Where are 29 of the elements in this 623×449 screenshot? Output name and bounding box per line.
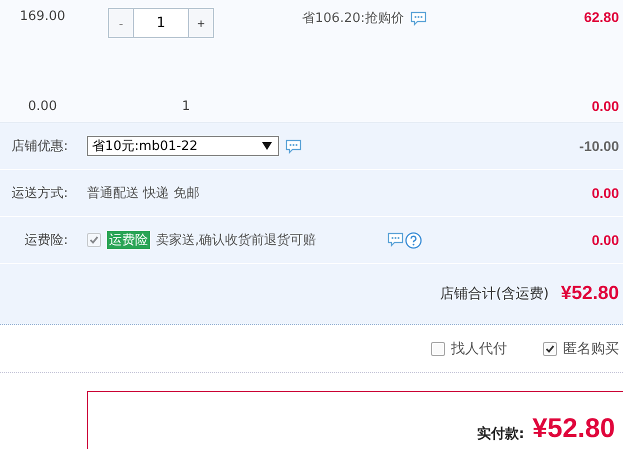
help-icon[interactable] bbox=[404, 232, 422, 248]
insurance-note: 卖家送,确认收货前退货可赔 bbox=[156, 232, 316, 249]
chat-icon[interactable] bbox=[285, 138, 302, 154]
option-label: 运费险: bbox=[24, 232, 68, 249]
discount-note: 省106.20:抢购价 bbox=[302, 10, 404, 27]
option-amount: -10.00 bbox=[579, 138, 620, 154]
quantity: 1 bbox=[180, 98, 192, 114]
unit-price: 0.00 bbox=[27, 98, 58, 114]
payment-amount: ¥52.80 bbox=[532, 413, 615, 443]
checkbox-label: 找人代付 bbox=[451, 340, 507, 358]
option-label: 店铺优惠: bbox=[10, 138, 68, 155]
option-label: 运送方式: bbox=[10, 185, 68, 202]
shipping-method: 普通配送 快递 免邮 bbox=[87, 184, 200, 202]
checkbox[interactable] bbox=[543, 342, 557, 356]
checkbox-label: 匿名购买 bbox=[563, 340, 619, 358]
chat-icon[interactable] bbox=[386, 232, 404, 246]
store-total-amount: ¥52.80 bbox=[560, 283, 619, 305]
subtotal: 62.80 bbox=[584, 9, 620, 25]
unit-price: 169.00 bbox=[18, 9, 66, 24]
caret-icon bbox=[262, 142, 272, 150]
option-amount: 0.00 bbox=[592, 232, 620, 248]
insurance-tag: 运费险 bbox=[107, 231, 150, 249]
coupon-select[interactable]: 省10元:mb01-22 bbox=[87, 136, 279, 156]
checkbox[interactable] bbox=[431, 342, 445, 356]
subtotal: 0.00 bbox=[592, 98, 620, 114]
option-amount: 0.00 bbox=[592, 185, 620, 201]
store-total-label: 店铺合计(含运费) bbox=[440, 285, 549, 303]
payment-label: 实付款: bbox=[476, 425, 524, 443]
chat-icon[interactable] bbox=[410, 10, 427, 26]
